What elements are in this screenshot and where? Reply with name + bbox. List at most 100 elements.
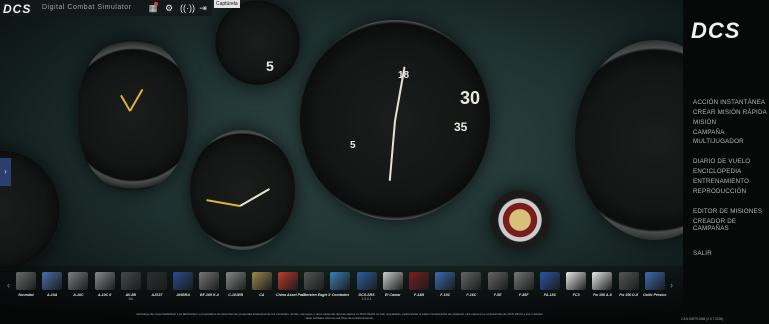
module-name: F-15C [440,293,451,297]
tooltip: Captúrela [214,0,240,8]
menu-item-entrenamiento[interactable]: ENTRENAMIENTO [693,178,749,185]
module-item[interactable]: Golfo Pérsico [643,272,667,297]
module-icon [618,272,639,290]
module-name: FA-18C [543,293,557,297]
module-icon [487,272,508,290]
version-label: 2.5.6.50979.A5M (2.5.7.0000) [681,317,724,321]
dcs-logo-large: DCS [691,18,741,43]
module-item[interactable]: Novedad [14,272,38,297]
module-name: FC3 [572,293,580,297]
module-name: F-86F [519,293,529,297]
gauge-top [215,0,300,85]
module-icon [409,272,429,290]
menu-item-campana[interactable]: CAMPAÑA [693,129,725,136]
module-item[interactable]: FC3 [564,272,588,297]
module-item[interactable]: A-10C [66,272,90,297]
menu-item-mision[interactable]: MISIÓN [693,119,716,126]
menu-item-reproduccion[interactable]: REPRODUCCIÓN [693,188,746,195]
module-item[interactable]: DCS-SRS 1.0.0.1 [355,272,379,301]
gauge-oxygen [190,130,295,250]
strip-right-arrow[interactable]: › [670,280,673,290]
module-name: CA [259,293,265,297]
module-item[interactable]: Christen Eagle II [302,272,331,297]
module-item[interactable]: C-101EB [224,272,248,297]
module-icon [68,272,89,290]
module-icon [278,272,298,290]
module-item[interactable]: AJS37 [145,272,169,297]
module-icon [94,272,115,290]
module-name: A-10C II [97,293,112,297]
module-item[interactable]: F-86F [512,272,536,297]
exit-icon[interactable]: ⇥ [198,3,208,13]
top-bar: DCS Digital Combat Simulator ▦ ⚙ ((·)) ⇥ [0,0,212,16]
module-item[interactable]: AVIBRA [171,272,195,297]
side-expand-tab[interactable]: › [0,158,11,186]
module-icon [225,272,246,290]
badge-emblem [490,190,550,250]
module-icon [382,272,403,290]
module-icon [513,272,534,290]
module-item[interactable]: A-10A [40,272,64,297]
gauge-right [575,40,683,240]
module-name: El Camar [385,293,401,297]
module-icon [356,272,377,290]
module-item[interactable]: Fw 190 A-8 [590,272,614,297]
dcs-logo-small: DCS [3,2,32,16]
module-item[interactable]: CA [250,272,274,297]
menu-item-multijugador[interactable]: MULTIJUGADOR [693,138,744,145]
module-icon [42,272,63,290]
module-name: F-14B [414,293,424,297]
module-name: China Asset Pack [276,293,307,297]
module-item[interactable]: F-15C [433,272,457,297]
gear-icon[interactable]: ⚙ [164,3,174,13]
module-name: Novedad [18,293,34,297]
module-item[interactable]: BF-109 K-4 [197,272,221,297]
module-icon [330,272,351,290]
module-name: F-16C [466,293,477,297]
menu-item-creador-de-campanas[interactable]: CREADOR DE CAMPAÑAS [693,218,769,232]
menu-item-diario-de-vuelo[interactable]: DIARIO DE VUELO [693,158,750,165]
module-item[interactable]: Combates [328,272,352,297]
module-icon [251,272,272,290]
notification-badge [154,2,158,6]
disclaimer: Descargo de responsabilidad: Los fabrica… [60,312,620,320]
module-icon [199,272,220,290]
module-name: Fw 190 A-8 [593,293,612,297]
module-icon [540,272,560,290]
module-name: Christen Eagle II [302,293,331,297]
module-item[interactable]: F-5E [486,272,510,297]
module-item[interactable]: AV-8B NA [119,272,143,301]
module-icon [644,272,665,290]
menu-item-crear-mision-rapida[interactable]: CREAR MISIÓN RÁPIDA [693,109,767,116]
disclaimer-line-2: Este software sólo se usa fines de entre… [306,316,374,320]
module-item[interactable]: A-10C II [93,272,117,297]
module-icon [120,272,141,290]
module-item[interactable]: F-14B [407,272,431,297]
strip-left-arrow[interactable]: ‹ [7,280,10,290]
module-icon [461,272,482,290]
module-item[interactable]: El Camar [381,272,405,297]
module-name: F-5E [493,293,502,297]
module-item[interactable]: F-16C [459,272,483,297]
module-name: C-101EB [228,293,243,297]
module-name: BF-109 K-4 [200,293,219,297]
module-name: AJS37 [151,293,163,297]
module-sub: NA [128,297,134,301]
menu-item-editor-de-misiones[interactable]: EDITOR DE MISIONES [693,208,762,215]
module-item[interactable]: FA-18C [538,272,562,297]
module-item[interactable]: Fw 190 D-9 [617,272,641,297]
module-sub: 1.0.0.1 [361,297,372,301]
module-name: A-10C [73,293,84,297]
broadcast-icon[interactable]: ((·)) [180,3,195,13]
module-icon [173,272,194,290]
module-item[interactable]: China Asset Pack [276,272,307,297]
module-icon [147,272,167,290]
module-name: Fw 190 D-9 [619,293,638,297]
module-name: AVIBRA [176,293,190,297]
gauge-clock [78,40,188,190]
menu-item-enciclopedia[interactable]: ENCICLOPEDIA [693,168,741,175]
brand-text: Digital Combat Simulator [42,4,132,11]
menu-item-accion-instantanea[interactable]: ACCIÓN INSTANTÁNEA [693,99,765,106]
menu-item-salir[interactable]: SALIR [693,250,712,257]
module-name: Combates [331,293,350,297]
